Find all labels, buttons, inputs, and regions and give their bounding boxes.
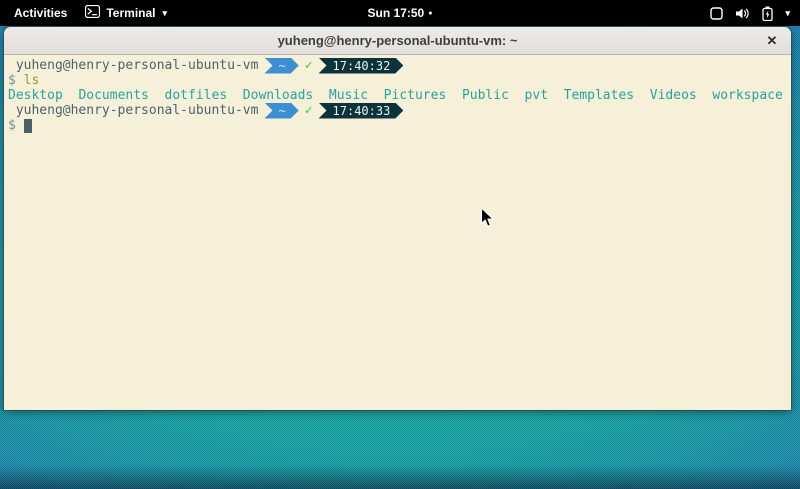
directory-name: Videos bbox=[650, 88, 697, 103]
directory-name: Documents bbox=[78, 88, 148, 103]
check-icon: ✓ bbox=[305, 58, 313, 73]
directory-name: Desktop bbox=[8, 88, 63, 103]
display-icon bbox=[710, 7, 723, 20]
volume-icon bbox=[735, 7, 750, 20]
window-titlebar[interactable]: yuheng@henry-personal-ubuntu-vm: ~ ✕ bbox=[4, 27, 791, 55]
prompt-user: yuheng@henry-personal-ubuntu-vm bbox=[16, 103, 259, 118]
app-menu-terminal[interactable]: Terminal ▾ bbox=[85, 5, 167, 21]
prompt-line-2: yuheng@henry-personal-ubuntu-vm ~ ✓ 17:4… bbox=[8, 103, 787, 118]
close-button[interactable]: ✕ bbox=[763, 32, 781, 50]
prompt-line-1: yuheng@henry-personal-ubuntu-vm ~ ✓ 17:4… bbox=[8, 58, 787, 73]
command-text: ls bbox=[24, 73, 40, 88]
prompt-time-segment: 17:40:33 bbox=[319, 103, 404, 119]
prompt-symbol: $ bbox=[8, 73, 16, 88]
prompt-symbol: $ bbox=[8, 118, 16, 133]
directory-name: pvt bbox=[525, 88, 548, 103]
prompt-path-segment: ~ bbox=[264, 58, 298, 74]
activities-button[interactable]: Activities bbox=[10, 4, 71, 22]
ls-output: Desktop Documents dotfiles Downloads Music Pi… bbox=[8, 88, 787, 103]
clock-label: Sun 17:50 bbox=[368, 6, 425, 20]
window-title: yuheng@henry-personal-ubuntu-vm: ~ bbox=[278, 33, 518, 48]
directory-name: Music bbox=[329, 88, 368, 103]
chevron-down-icon: ▾ bbox=[162, 8, 167, 19]
terminal-content[interactable]: yuheng@henry-personal-ubuntu-vm ~ ✓ 17:4… bbox=[4, 55, 791, 410]
directory-name: Downloads bbox=[243, 88, 313, 103]
terminal-app-icon bbox=[85, 5, 100, 21]
directory-name: Pictures bbox=[384, 88, 447, 103]
battery-charging-icon bbox=[762, 6, 773, 21]
directory-name: workspace bbox=[712, 88, 782, 103]
chevron-down-icon: ▾ bbox=[785, 8, 790, 19]
terminal-cursor bbox=[24, 119, 32, 133]
input-line: $ bbox=[8, 118, 787, 133]
prompt-user: yuheng@henry-personal-ubuntu-vm bbox=[16, 58, 259, 73]
check-icon: ✓ bbox=[305, 103, 313, 118]
clock-button[interactable]: Sun 17:50 ● bbox=[368, 6, 433, 20]
command-line: $ ls bbox=[8, 73, 787, 88]
top-bar: Activities Terminal ▾ Sun 17:50 ● bbox=[0, 0, 800, 26]
prompt-time-segment: 17:40:32 bbox=[319, 58, 404, 74]
system-menu[interactable]: ▾ bbox=[700, 0, 800, 26]
terminal-window: yuheng@henry-personal-ubuntu-vm: ~ ✕ yuh… bbox=[4, 27, 791, 410]
directory-name: dotfiles bbox=[165, 88, 228, 103]
directory-name: Public bbox=[462, 88, 509, 103]
directory-name: Templates bbox=[564, 88, 634, 103]
notification-dot: ● bbox=[428, 10, 432, 17]
prompt-path-segment: ~ bbox=[264, 103, 298, 119]
app-menu-label: Terminal bbox=[106, 6, 155, 20]
